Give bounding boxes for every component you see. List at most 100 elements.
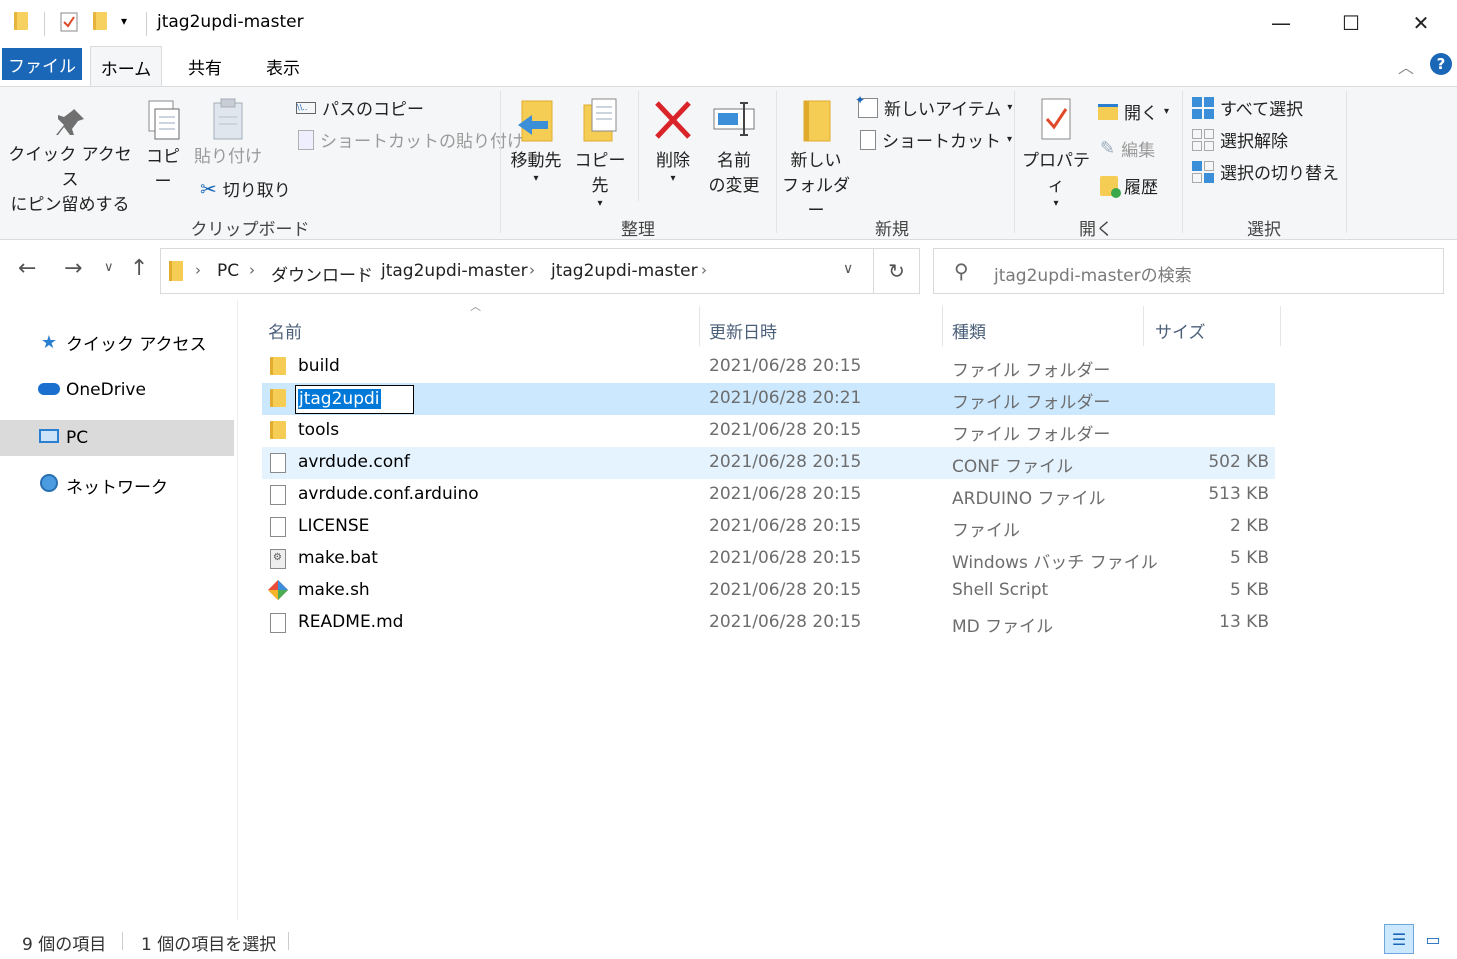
file-row[interactable]: README.md 2021/06/28 20:15 MD ファイル 13 KB (262, 607, 1275, 639)
history-icon (1100, 175, 1121, 198)
collapse-ribbon-icon[interactable]: ︿ (1398, 54, 1414, 78)
delete-label: 削除 (656, 151, 690, 171)
copy-path-button[interactable]: \\.. パスのコピー (296, 95, 424, 120)
column-header-name[interactable]: 名前 (262, 310, 698, 350)
help-icon[interactable]: ? (1430, 53, 1452, 75)
select-none-icon (1192, 128, 1214, 151)
column-header-size[interactable]: サイズ (1149, 310, 1279, 350)
invert-selection-button[interactable]: 選択の切り替え (1192, 159, 1339, 184)
forward-arrow-icon[interactable]: → (64, 256, 82, 281)
file-icon (270, 453, 286, 473)
shortcut-button[interactable]: ショートカット ▾ (860, 127, 1012, 152)
file-name: tools (298, 420, 340, 440)
address-dropdown-icon[interactable]: ∨ (843, 261, 853, 277)
file-date: 2021/06/28 20:15 (709, 612, 862, 632)
close-button[interactable]: ✕ (1386, 0, 1456, 46)
file-name: avrdude.conf.arduino (298, 484, 479, 504)
rename-input[interactable]: jtag2updi (295, 385, 414, 414)
new-folder-qat-icon[interactable] (93, 12, 111, 34)
refresh-icon[interactable]: ↻ (874, 248, 920, 294)
column-header-type[interactable]: 種類 (946, 310, 1142, 350)
breadcrumb-downloads[interactable]: ダウンロード (271, 261, 373, 286)
recent-locations-icon[interactable]: ∨ (104, 260, 114, 275)
group-divider (1182, 91, 1183, 233)
dropdown-caret-icon: ▾ (1007, 134, 1013, 145)
file-date: 2021/06/28 20:15 (709, 548, 862, 568)
up-arrow-icon[interactable]: ↑ (130, 256, 148, 281)
file-row[interactable]: make.sh 2021/06/28 20:15 Shell Script 5 KB (262, 575, 1275, 607)
copy-to-icon (568, 95, 632, 149)
history-button[interactable]: 履歴 (1100, 173, 1158, 198)
properties-button[interactable]: プロパティ ▾ (1018, 95, 1094, 209)
paste-shortcut-button[interactable]: ショートカットの貼り付け (298, 127, 524, 152)
open-button[interactable]: 開く ▾ (1098, 99, 1169, 124)
cut-button[interactable]: ✂ 切り取り (200, 176, 291, 202)
details-view-icon[interactable]: ☰ (1384, 924, 1414, 954)
copy-to-button[interactable]: コピー先 ▾ (568, 95, 632, 209)
properties-qat-icon[interactable] (60, 12, 78, 34)
column-divider[interactable] (1143, 306, 1144, 346)
chevron-right-icon: › (195, 261, 201, 279)
nav-label: PC (66, 428, 89, 448)
search-icon: ⚲ (954, 259, 969, 283)
rename-label-1: 名前 (717, 151, 751, 171)
nav-item-onedrive[interactable]: OneDrive (0, 372, 234, 408)
minimize-button[interactable]: — (1246, 0, 1316, 46)
file-size: 5 KB (1229, 580, 1269, 600)
file-date: 2021/06/28 20:15 (709, 516, 862, 536)
file-type: CONF ファイル (952, 457, 1074, 477)
select-all-button[interactable]: すべて選択 (1192, 95, 1303, 120)
qat-dropdown-icon[interactable]: ▾ (121, 14, 139, 36)
new-folder-button[interactable]: 新しい フォルダー (780, 95, 852, 224)
tab-view[interactable]: 表示 (248, 46, 318, 86)
folder-icon (270, 389, 286, 407)
paste-button[interactable]: 貼り付け (192, 97, 264, 170)
file-list: ︿ 名前 更新日時 種類 サイズ build 2021/06/28 20:15 ファ… (262, 300, 1282, 920)
tab-file[interactable]: ファイル (2, 48, 82, 80)
file-icon (270, 485, 286, 505)
file-row[interactable]: build 2021/06/28 20:15 ファイル フォルダー (262, 351, 1275, 383)
file-row[interactable]: avrdude.conf.arduino 2021/06/28 20:15 ARDU… (262, 479, 1275, 511)
delete-button[interactable]: 削除 ▾ (648, 95, 698, 184)
breadcrumb-pc[interactable]: PC (217, 261, 239, 281)
nav-item-quick-access[interactable]: ★ クイック アクセス (0, 324, 234, 360)
column-divider[interactable] (699, 306, 700, 346)
file-row[interactable]: ⚙ make.bat 2021/06/28 20:15 Windows バッチ ファイ… (262, 543, 1275, 575)
select-all-label: すべて選択 (1220, 100, 1304, 120)
address-bar[interactable]: › PC › ダウンロード › jtag2updi-master › jtag2… (160, 248, 874, 294)
column-header-date[interactable]: 更新日時 (703, 310, 941, 350)
pin-icon (8, 105, 132, 143)
delete-x-icon (648, 95, 698, 149)
column-divider[interactable] (1280, 306, 1281, 346)
file-row[interactable]: LICENSE 2021/06/28 20:15 ファイル 2 KB (262, 511, 1275, 543)
tab-share[interactable]: 共有 (170, 46, 240, 86)
move-to-button[interactable]: 移動先 ▾ (506, 95, 566, 184)
copy-button[interactable]: コピー (138, 97, 188, 195)
nav-item-pc[interactable]: PC (0, 420, 234, 456)
open-group-label: 開く (1079, 220, 1113, 240)
nav-item-network[interactable]: ネットワーク (0, 467, 234, 503)
edit-button[interactable]: ✎ 編集 (1100, 136, 1155, 161)
file-size: 13 KB (1219, 612, 1269, 632)
file-row[interactable]: tools 2021/06/28 20:15 ファイル フォルダー (262, 415, 1275, 447)
new-item-button[interactable]: ✦ 新しいアイテム ▾ (855, 93, 1012, 121)
file-row[interactable]: jtag2updi 2021/06/28 20:21 ファイル フォルダー (262, 383, 1275, 415)
file-date: 2021/06/28 20:15 (709, 420, 862, 440)
file-date: 2021/06/28 20:15 (709, 484, 862, 504)
copy-path-icon: \\.. (296, 101, 316, 114)
pin-quick-access-button[interactable]: クイック アクセス にピン留めする (8, 105, 132, 218)
search-input[interactable]: ⚲ jtag2updi-masterの検索 (933, 248, 1444, 294)
new-item-icon: ✦ (855, 93, 878, 118)
maximize-button[interactable]: ☐ (1316, 0, 1386, 46)
select-none-button[interactable]: 選択解除 (1192, 127, 1288, 152)
divider (146, 12, 147, 36)
back-arrow-icon[interactable]: ← (18, 256, 36, 281)
large-icons-view-icon[interactable]: ▭ (1418, 924, 1448, 954)
rename-button[interactable]: 名前 の変更 (704, 95, 764, 199)
breadcrumb-parent[interactable]: jtag2updi-master (381, 261, 528, 281)
breadcrumb-current[interactable]: jtag2updi-master (551, 261, 698, 281)
column-divider[interactable] (942, 306, 943, 346)
tab-home[interactable]: ホーム (90, 46, 162, 87)
group-divider (776, 91, 777, 233)
file-row[interactable]: avrdude.conf 2021/06/28 20:15 CONF ファイル 502… (262, 447, 1275, 479)
